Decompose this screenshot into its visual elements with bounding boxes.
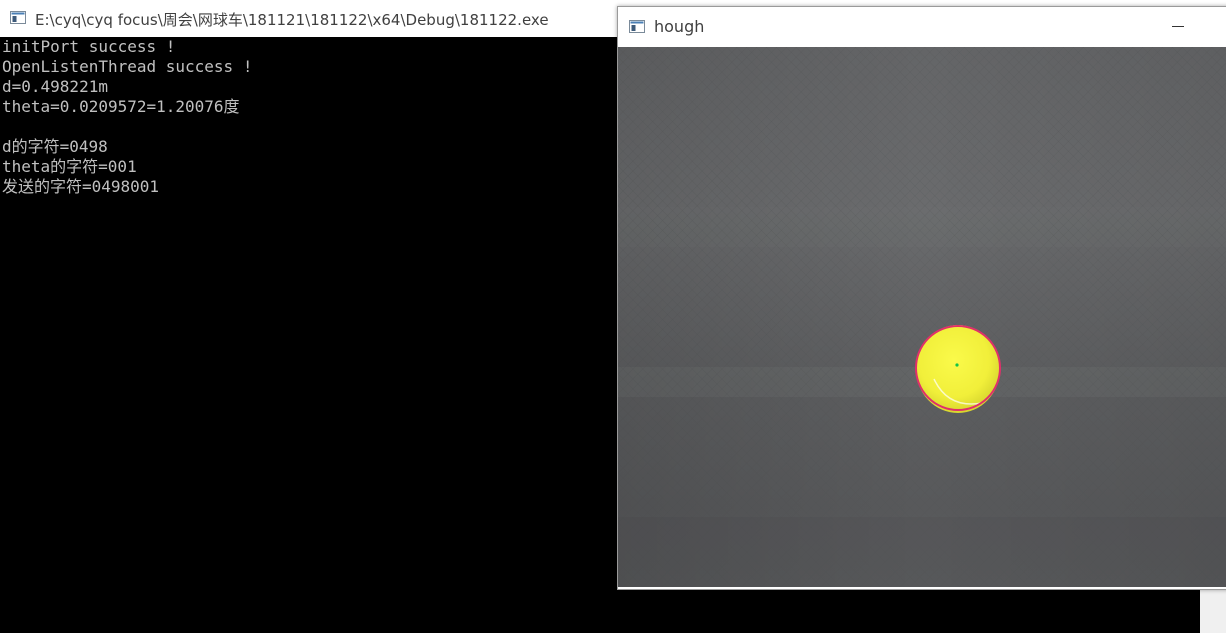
console-line: 发送的字符=0498001 <box>2 177 160 196</box>
console-line: d=0.498221m <box>2 77 108 96</box>
console-app-icon <box>10 11 26 24</box>
window-app-icon <box>629 20 645 33</box>
console-line: theta=0.0209572=1.20076度 <box>2 97 240 116</box>
hough-window[interactable]: hough <box>617 6 1226 590</box>
hough-title-bar[interactable]: hough <box>618 7 1226 47</box>
desktop: E:\cyq\cyq focus\周会\网球车\181121\181122\x6… <box>0 0 1226 633</box>
console-line: theta的字符=001 <box>2 157 137 176</box>
hough-image-svg <box>618 47 1226 587</box>
circle-center-point <box>955 363 959 367</box>
minimize-button[interactable] <box>1165 13 1193 41</box>
minimize-icon <box>1172 26 1184 27</box>
console-line: initPort success ! <box>2 37 176 56</box>
hough-window-title: hough <box>654 17 705 36</box>
console-line: OpenListenThread success ! <box>2 57 253 76</box>
console-window-title: E:\cyq\cyq focus\周会\网球车\181121\181122\x6… <box>35 11 549 29</box>
hough-image <box>618 47 1226 587</box>
console-line: d的字符=0498 <box>2 137 108 156</box>
